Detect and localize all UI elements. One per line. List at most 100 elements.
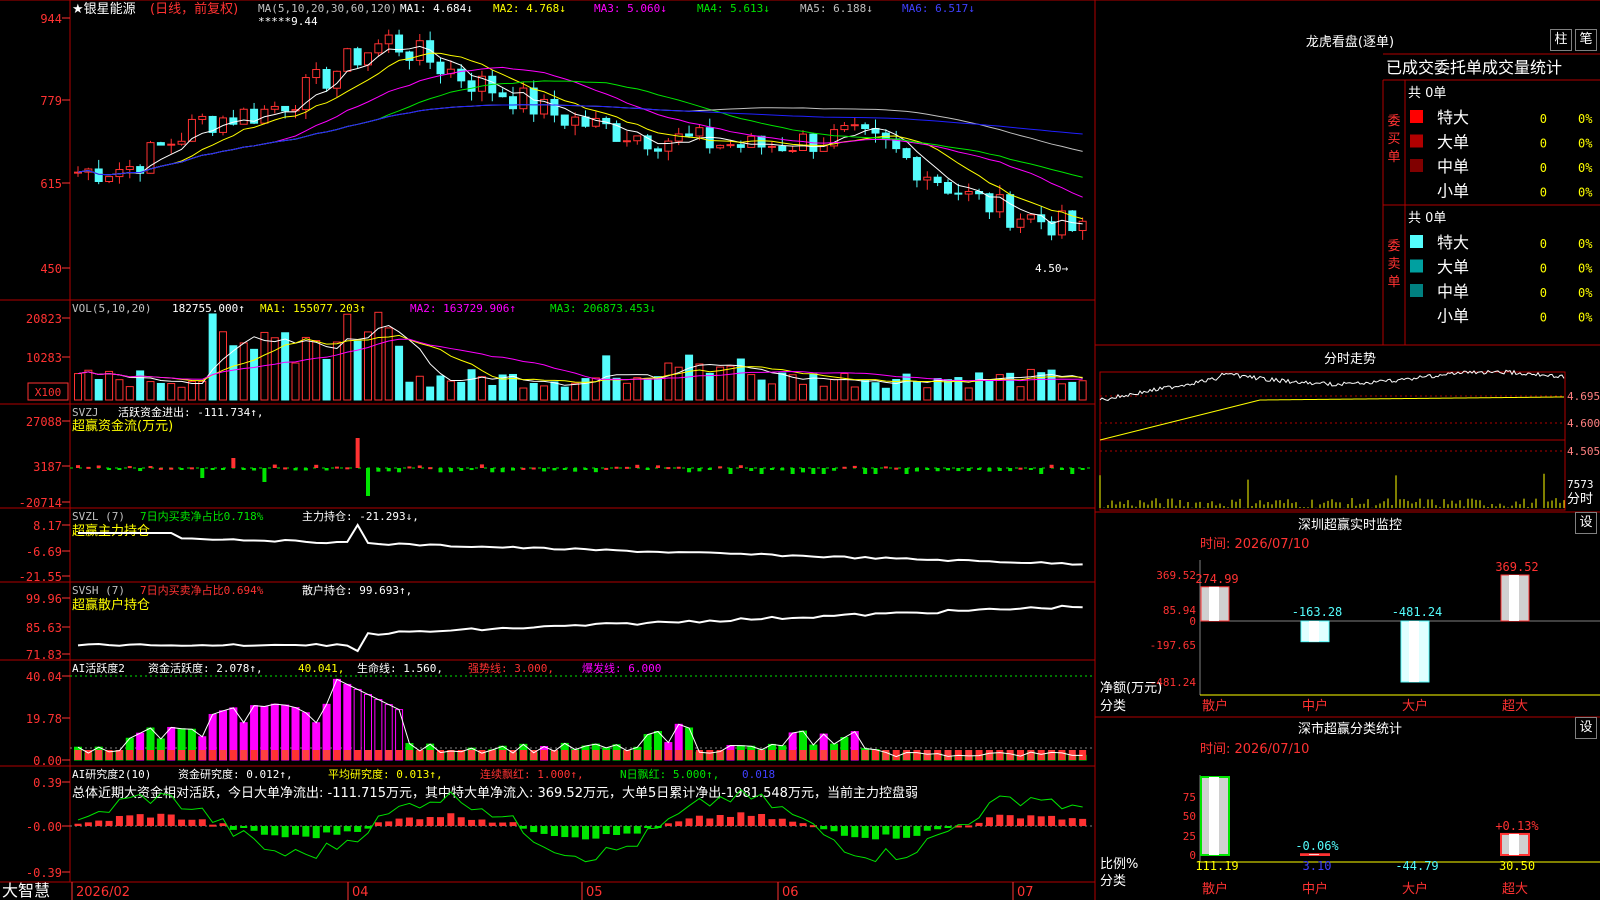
- candle: [840, 125, 849, 131]
- volume-bar: [519, 387, 528, 401]
- fund-flow-bar: [635, 464, 640, 468]
- research-bar: [240, 826, 248, 828]
- ma-line-3: [77, 66, 1083, 198]
- svzl-ratio: 7日内买卖净占比0.718%: [140, 509, 264, 523]
- candle: [343, 48, 352, 72]
- research-bar: [395, 818, 403, 826]
- bar-mode-button[interactable]: 柱: [1550, 29, 1572, 51]
- candle: [167, 143, 176, 146]
- volume-bar: [964, 387, 973, 401]
- candle: [270, 105, 279, 110]
- fund-flow-bar: [417, 465, 422, 468]
- fenshi-avg-line: [1099, 396, 1565, 441]
- activity-base-bar: [582, 750, 589, 760]
- volume-bar: [467, 369, 476, 401]
- sz-class-settings-button[interactable]: 设: [1575, 717, 1597, 739]
- research-bar: [996, 814, 1004, 826]
- svsh-ratio: 7日内买卖净占比0.694%: [140, 583, 264, 597]
- candle: [736, 144, 745, 148]
- fund-flow-bar: [107, 468, 112, 470]
- candlestick-series: [74, 29, 1087, 241]
- activity-base-bar: [664, 750, 672, 760]
- buy-row-name: 大单: [1437, 133, 1469, 152]
- research-bar: [1027, 815, 1035, 826]
- svzj-label: SVZJ: [72, 406, 99, 419]
- sz-class-title: 深市超赢分类统计: [1298, 721, 1402, 737]
- sell-row-name: 大单: [1437, 258, 1469, 277]
- class-category: 散户: [1202, 881, 1228, 897]
- volume-bar: [94, 379, 103, 401]
- sz-monitor-settings-button[interactable]: 设: [1575, 512, 1597, 534]
- volume-bar: [115, 379, 124, 401]
- activity-base-bar: [654, 750, 662, 760]
- research-bar: [1048, 815, 1056, 826]
- class-category: 大户: [1402, 881, 1428, 897]
- monitor-bar-highlight: [1209, 586, 1219, 621]
- fund-flow-bar: [96, 465, 101, 468]
- candle: [519, 87, 528, 110]
- svzl-hold: 主力持仓: -21.293↓,: [302, 509, 419, 523]
- research-bar: [550, 826, 558, 837]
- activity-base-bar: [892, 750, 900, 760]
- research-bar: [509, 822, 517, 826]
- research-bar: [1017, 818, 1024, 826]
- research-bar: [260, 826, 268, 835]
- fund-flow-bar: [231, 458, 236, 468]
- candle: [674, 133, 683, 142]
- volume-bar: [426, 386, 435, 401]
- buy-color-swatch: [1410, 159, 1423, 172]
- volume-bar: [198, 381, 207, 401]
- buy-color-swatch: [1410, 110, 1423, 123]
- fund-flow-bar: [749, 468, 754, 471]
- candle: [1006, 194, 1015, 228]
- research-bar: [209, 824, 217, 827]
- research-bar: [250, 826, 258, 831]
- volume-bar: [985, 379, 994, 401]
- activity-base-bar: [323, 750, 331, 760]
- fund-flow-bar: [76, 465, 80, 468]
- volume-bar: [664, 362, 673, 401]
- research-bar: [789, 821, 797, 826]
- monitor-bar-highlight: [1409, 621, 1419, 682]
- candle: [94, 168, 103, 182]
- candle: [1057, 210, 1066, 236]
- volume-bar: [301, 336, 310, 401]
- research-bar: [188, 819, 196, 826]
- svsh-axis-label: 71.83: [26, 648, 62, 662]
- fund-flow-bar: [687, 468, 692, 473]
- vol-ma1: MA1: 155077.203↑: [260, 302, 366, 315]
- research-bar: [74, 823, 82, 826]
- fund-flow-bar: [293, 468, 298, 471]
- volume-bar: [747, 374, 756, 401]
- fund-flow-bar: [521, 467, 526, 470]
- volume-bar: [788, 374, 797, 401]
- activity-base-bar: [1006, 750, 1014, 760]
- ai2-axis-label: 0.39: [33, 776, 62, 790]
- fund-flow-bar: [780, 468, 785, 471]
- volume-bar: [332, 341, 341, 401]
- activity-base-bar: [364, 750, 372, 760]
- candle: [944, 181, 952, 194]
- volume-bar: [1078, 380, 1087, 401]
- research-bar: [147, 817, 154, 826]
- volume-bar: [912, 381, 921, 401]
- svzj-value: 活跃资金进出: -111.734↑,: [118, 405, 263, 419]
- tick-mode-button[interactable]: 笔: [1575, 29, 1597, 51]
- volume-bar: [695, 363, 704, 401]
- ai1-strong: 强势线: 3.000,: [468, 661, 554, 675]
- research-bar: [903, 826, 911, 838]
- research-bar: [499, 822, 507, 826]
- activity-base-bar: [727, 750, 734, 760]
- svsh-label: SVSH (7): [72, 584, 125, 597]
- fund-flow-bar: [728, 468, 733, 474]
- svzl-line: [78, 523, 1083, 566]
- research-bar: [1037, 816, 1045, 826]
- fund-flow-bar: [977, 468, 982, 470]
- activity-base-bar: [302, 750, 310, 760]
- research-bar: [727, 816, 734, 826]
- fund-flow-bar: [769, 468, 774, 470]
- sell-row-count: 0: [1540, 237, 1547, 251]
- ma6-value: MA6: 6.517↓: [902, 2, 975, 15]
- stock-chart-canvas[interactable]: 944 779 615 450 ★银星能源 (日线，前复权) MA(5,10,20,30,6…: [0, 0, 1600, 900]
- ai1-axis-label: 40.04: [26, 670, 62, 684]
